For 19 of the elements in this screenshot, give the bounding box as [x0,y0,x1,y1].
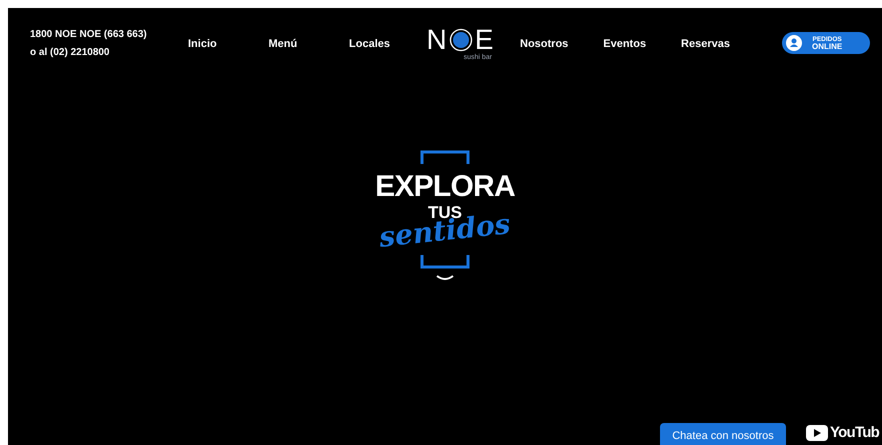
bracket-top-icon [420,150,470,164]
nav-link[interactable]: Inicio [188,36,217,52]
logo-letter: E [474,26,494,54]
nav-link[interactable]: Menú [268,36,298,52]
phone-text: 1800 NOE NOE (663 663) [30,28,148,42]
nav-link[interactable]: Nosotros [520,36,568,52]
bracket-bottom-icon [420,255,470,269]
phone-text: o al (02) 2210800 [30,46,110,60]
youtube-label[interactable]: YouTub [830,422,882,444]
scooter-icon [786,35,802,51]
play-icon [806,425,828,442]
logo-circle-icon [448,28,473,52]
nav-link[interactable]: Reservas [681,36,730,52]
nav-link[interactable]: Eventos [603,36,646,52]
chat-button[interactable]: Chatea con nosotros [660,423,786,445]
logo-letter: N [426,26,447,54]
chevron-down-icon[interactable] [436,275,454,282]
hero-title: EXPLORA [375,172,515,202]
nav-link[interactable]: Locales [349,36,390,52]
